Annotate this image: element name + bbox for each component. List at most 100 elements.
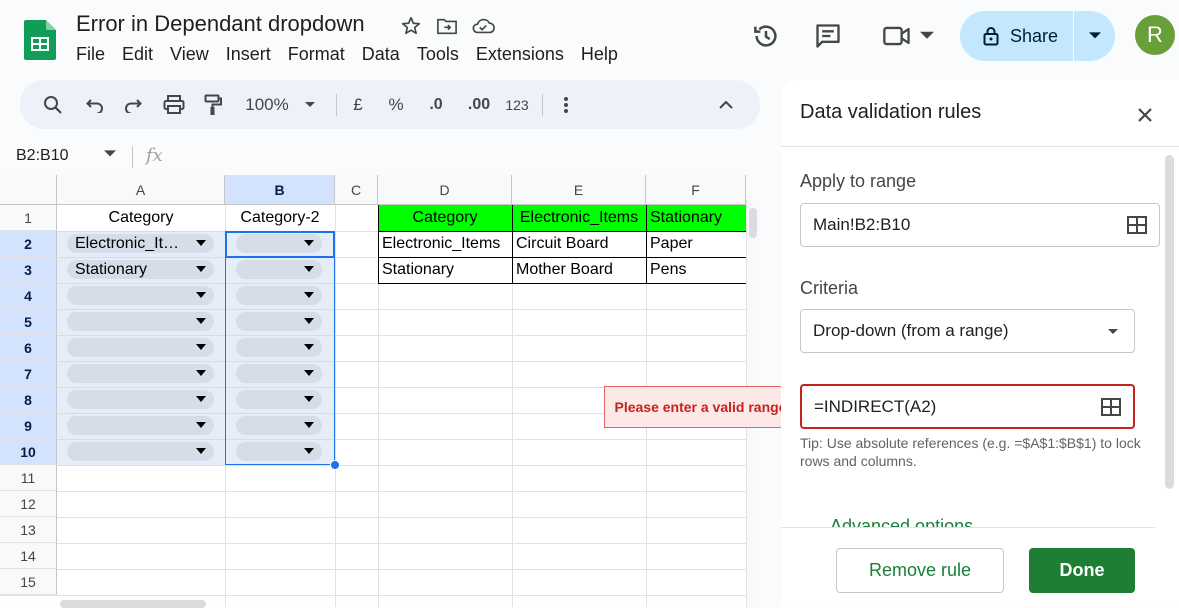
avatar[interactable]: R — [1135, 15, 1175, 55]
more-formats-button[interactable]: 123 — [502, 80, 532, 129]
row-header-15[interactable]: 15 — [0, 569, 57, 595]
document-title[interactable]: Error in Dependant dropdown — [76, 11, 365, 37]
menu-insert[interactable]: Insert — [226, 44, 271, 65]
select-range-icon[interactable] — [1101, 397, 1121, 416]
menu-tools[interactable]: Tools — [417, 44, 459, 65]
dropdown-chip-a10[interactable] — [67, 442, 214, 461]
menu-help[interactable]: Help — [581, 44, 618, 65]
menu-file[interactable]: File — [76, 44, 105, 65]
select-all-corner[interactable] — [0, 175, 57, 205]
comments-icon[interactable] — [810, 18, 846, 54]
percent-button[interactable]: % — [386, 80, 406, 129]
cell-d1[interactable]: Category — [378, 205, 512, 231]
range-input[interactable]: =INDIRECT(A2) — [800, 384, 1135, 429]
cell-d2[interactable]: Electronic_Items — [378, 231, 512, 257]
dropdown-chip-b8[interactable] — [236, 390, 322, 409]
column-header-e[interactable]: E — [512, 175, 646, 205]
row-header-1[interactable]: 1 — [0, 205, 57, 231]
search-menus-icon[interactable] — [40, 80, 66, 129]
row-header-10[interactable]: 10 — [0, 439, 57, 465]
row-header-11[interactable]: 11 — [0, 465, 57, 491]
name-box-caret-icon[interactable] — [104, 150, 116, 158]
criteria-select[interactable]: Drop-down (from a range) — [800, 309, 1135, 353]
fill-handle[interactable] — [330, 460, 340, 470]
cloud-saved-icon[interactable] — [470, 14, 496, 38]
menu-edit[interactable]: Edit — [122, 44, 153, 65]
column-header-d[interactable]: D — [378, 175, 512, 205]
row-header-9[interactable]: 9 — [0, 413, 57, 439]
cell-e1[interactable]: Electronic_Items — [512, 205, 646, 231]
dropdown-chip-b7[interactable] — [236, 364, 322, 383]
chevron-down-icon — [304, 422, 314, 428]
row-header-13[interactable]: 13 — [0, 517, 57, 543]
close-icon[interactable] — [1134, 104, 1156, 126]
sheets-logo-icon[interactable] — [24, 20, 56, 60]
select-range-icon[interactable] — [1127, 216, 1147, 234]
cell-b1[interactable]: Category-2 — [225, 205, 335, 231]
row-header-3[interactable]: 3 — [0, 257, 57, 283]
cell-f2[interactable]: Paper — [646, 231, 746, 257]
dropdown-chip-b5[interactable] — [236, 312, 322, 331]
collapse-toolbar-icon[interactable] — [714, 80, 738, 129]
share-button[interactable]: Share — [960, 11, 1115, 61]
apply-range-field[interactable]: Main!B2:B10 — [800, 203, 1160, 247]
row-header-7[interactable]: 7 — [0, 361, 57, 387]
zoom-value[interactable]: 100% — [240, 80, 294, 129]
print-icon[interactable] — [160, 80, 188, 129]
cell-f1[interactable]: Stationary — [646, 205, 746, 231]
share-options-button[interactable] — [1074, 32, 1115, 40]
meet-icon[interactable] — [878, 18, 938, 54]
dropdown-chip-a6[interactable] — [67, 338, 214, 357]
row-header-2[interactable]: 2 — [0, 231, 57, 257]
column-header-c[interactable]: C — [335, 175, 378, 205]
row-header-4[interactable]: 4 — [0, 283, 57, 309]
dropdown-chip-b10[interactable] — [236, 442, 322, 461]
share-main[interactable]: Share — [960, 11, 1074, 61]
row-header-6[interactable]: 6 — [0, 335, 57, 361]
dropdown-chip-a2[interactable]: Electronic_It… — [67, 234, 214, 253]
column-header-b[interactable]: B — [225, 175, 335, 205]
dropdown-chip-a7[interactable] — [67, 364, 214, 383]
done-button[interactable]: Done — [1029, 548, 1135, 593]
zoom-caret-icon[interactable] — [302, 80, 318, 129]
increase-decimal-button[interactable]: .00 — [462, 80, 496, 129]
move-folder-icon[interactable] — [434, 14, 460, 38]
undo-icon[interactable] — [82, 80, 108, 129]
dropdown-chip-a5[interactable] — [67, 312, 214, 331]
row-header-5[interactable]: 5 — [0, 309, 57, 335]
column-header-f[interactable]: F — [646, 175, 746, 205]
dropdown-chip-b3[interactable] — [236, 260, 322, 279]
dropdown-chip-b9[interactable] — [236, 416, 322, 435]
dropdown-chip-b4[interactable] — [236, 286, 322, 305]
cell-e2[interactable]: Circuit Board — [512, 231, 646, 257]
paint-format-icon[interactable] — [200, 80, 226, 129]
row-header-14[interactable]: 14 — [0, 543, 57, 569]
cell-a1[interactable]: Category — [57, 205, 225, 231]
dropdown-chip-a3[interactable]: Stationary — [67, 260, 214, 279]
panel-scrollbar[interactable] — [1165, 155, 1174, 489]
dropdown-chip-b6[interactable] — [236, 338, 322, 357]
version-history-icon[interactable] — [748, 18, 784, 54]
row-header-12[interactable]: 12 — [0, 491, 57, 517]
star-icon[interactable] — [398, 14, 424, 38]
menu-data[interactable]: Data — [362, 44, 400, 65]
redo-icon[interactable] — [120, 80, 146, 129]
dropdown-chip-b2[interactable] — [236, 234, 322, 253]
more-options-icon[interactable] — [556, 80, 576, 129]
column-header-a[interactable]: A — [57, 175, 225, 205]
dropdown-chip-a8[interactable] — [67, 390, 214, 409]
remove-rule-button[interactable]: Remove rule — [836, 548, 1004, 593]
menu-view[interactable]: View — [170, 44, 209, 65]
row-header-8[interactable]: 8 — [0, 387, 57, 413]
menu-extensions[interactable]: Extensions — [476, 44, 564, 65]
vertical-scroll-thumb[interactable] — [749, 208, 757, 238]
decrease-decimal-button[interactable]: .0 — [422, 80, 450, 129]
cell-e3[interactable]: Mother Board — [512, 257, 646, 283]
menu-format[interactable]: Format — [288, 44, 345, 65]
cell-f3[interactable]: Pens — [646, 257, 746, 283]
cell-d3[interactable]: Stationary — [378, 257, 512, 283]
currency-button[interactable]: £ — [348, 80, 368, 129]
name-box[interactable]: B2:B10 — [16, 147, 68, 165]
dropdown-chip-a9[interactable] — [67, 416, 214, 435]
dropdown-chip-a4[interactable] — [67, 286, 214, 305]
